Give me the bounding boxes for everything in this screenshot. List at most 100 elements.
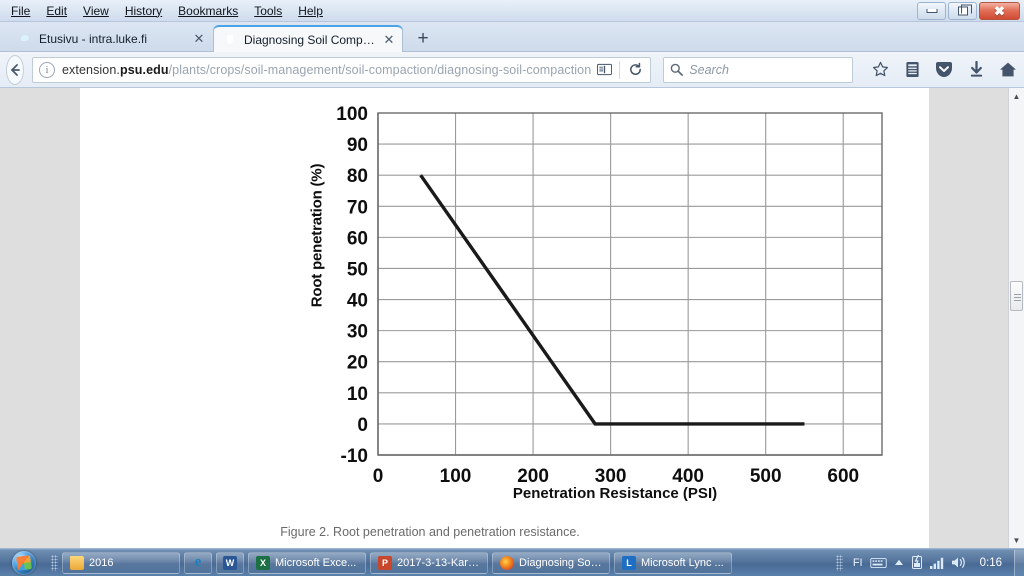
tab-diagnosing-close-icon[interactable]: ✕ [383, 33, 395, 46]
taskbar-item-2016[interactable]: 2016 [62, 551, 180, 574]
tray-language-indicator[interactable]: FI [853, 557, 863, 569]
restore-button[interactable] [948, 2, 977, 20]
reload-icon[interactable] [622, 58, 648, 82]
title-bar: File Edit View History Bookmarks Tools H… [0, 0, 1024, 22]
menu-file[interactable]: File [4, 3, 37, 20]
address-bar-url: extension.psu.edu/plants/crops/soil-mana… [62, 62, 592, 77]
psu-favicon-icon [223, 33, 237, 47]
minimize-button[interactable] [917, 2, 946, 20]
menu-view[interactable]: View [76, 3, 116, 20]
svg-text:400: 400 [672, 466, 704, 487]
taskbar-item-internet-explorer[interactable]: e [184, 551, 212, 574]
svg-text:500: 500 [750, 466, 782, 487]
quick-launch: 2016 e W [60, 551, 246, 574]
svg-text:40: 40 [347, 291, 368, 312]
tab-etusivu[interactable]: Etusivu - intra.luke.fi ✕ [8, 26, 213, 52]
scroll-down-arrow-icon[interactable]: ▼ [1009, 532, 1024, 548]
lync-icon: L [622, 555, 636, 570]
menu-history[interactable]: History [118, 3, 169, 20]
excel-icon: X [256, 555, 270, 570]
menu-bookmarks[interactable]: Bookmarks [171, 3, 245, 20]
svg-text:100: 100 [440, 466, 472, 487]
taskbar-window-excel-label: Microsoft Exce... [275, 556, 357, 569]
menu-edit[interactable]: Edit [39, 3, 74, 20]
taskbar-window-lync[interactable]: L Microsoft Lync ... [614, 551, 732, 574]
menu-tools[interactable]: Tools [247, 3, 289, 20]
chart-x-axis-label: Penetration Resistance (PSI) [512, 485, 718, 502]
address-bar[interactable]: i extension.psu.edu/plants/crops/soil-ma… [32, 56, 652, 83]
svg-text:300: 300 [595, 466, 627, 487]
svg-text:10: 10 [347, 384, 368, 405]
scroll-up-arrow-icon[interactable]: ▲ [1009, 88, 1024, 104]
menu-help[interactable]: Help [291, 3, 330, 20]
menu-tools-label: Tools [254, 3, 283, 18]
system-tray: FI 0:16 [834, 553, 1014, 573]
powerpoint-icon: P [378, 555, 392, 570]
home-icon[interactable] [993, 56, 1023, 84]
restore-icon [957, 4, 972, 16]
svg-text:0: 0 [373, 466, 384, 487]
luke-favicon-icon [18, 32, 32, 46]
close-icon: ✖ [994, 3, 1005, 19]
back-button[interactable] [6, 54, 24, 85]
figure-2: Root penetration (%) Penetration Resista… [80, 88, 929, 548]
close-button[interactable]: ✖ [979, 2, 1020, 20]
library-icon[interactable] [897, 56, 927, 84]
reader-mode-icon[interactable] [591, 58, 617, 82]
tray-grip[interactable] [834, 553, 846, 573]
vertical-scrollbar[interactable]: ▲ ▼ [1008, 88, 1024, 548]
svg-text:20: 20 [347, 353, 368, 374]
network-signal-icon[interactable] [929, 557, 944, 569]
menu-file-label: File [11, 3, 31, 18]
taskbar-window-excel[interactable]: X Microsoft Exce... [248, 551, 366, 574]
toolbar-icons [865, 56, 1024, 84]
svg-text:70: 70 [347, 197, 368, 218]
taskbar-item-word[interactable]: W [216, 551, 244, 574]
keyboard-icon[interactable] [869, 557, 887, 568]
taskbar-window-firefox[interactable]: Diagnosing Soil... [492, 551, 610, 574]
taskbar-window-powerpoint[interactable]: P 2017-3-13-Karh... [370, 551, 488, 574]
toolbar-divider [619, 60, 621, 79]
tab-diagnosing-soil-compaction[interactable]: Diagnosing Soil Compacti... ✕ [213, 25, 403, 53]
menu-help-label: Help [298, 3, 323, 18]
tab-etusivu-label: Etusivu - intra.luke.fi [39, 32, 148, 46]
downloads-icon[interactable] [961, 56, 991, 84]
battery-icon[interactable] [911, 555, 923, 570]
chart-canvas: -1001020304050607080901000 100 200 300 400 50… [336, 104, 883, 487]
search-input[interactable]: Search [689, 63, 729, 77]
firefox-icon [500, 555, 514, 570]
svg-text:60: 60 [347, 228, 368, 249]
bookmark-star-icon[interactable] [865, 56, 895, 84]
browser-window: File Edit View History Bookmarks Tools H… [0, 0, 1024, 576]
taskbar-window-lync-label: Microsoft Lync ... [641, 556, 724, 569]
svg-text:600: 600 [827, 466, 859, 487]
svg-text:30: 30 [347, 322, 368, 343]
minimize-icon [926, 9, 937, 13]
scrollbar-thumb[interactable] [1010, 281, 1023, 311]
window-controls: ✖ [917, 2, 1020, 20]
menu-bar: File Edit View History Bookmarks Tools H… [4, 2, 330, 20]
site-info-icon[interactable]: i [39, 61, 55, 78]
start-button[interactable] [0, 549, 48, 576]
taskbar: 2016 e W X Microsoft Exce... P 2017-3-13… [0, 548, 1024, 576]
show-desktop-button[interactable] [1014, 549, 1024, 576]
internet-explorer-icon: e [194, 554, 202, 570]
navigation-toolbar: i extension.psu.edu/plants/crops/soil-ma… [0, 52, 1024, 88]
tab-etusivu-close-icon[interactable]: ✕ [193, 32, 205, 45]
taskbar-clock[interactable]: 0:16 [974, 557, 1008, 569]
menu-edit-label: Edit [46, 3, 68, 18]
show-hidden-icons-arrow[interactable] [894, 559, 904, 566]
search-bar[interactable]: Search [663, 56, 854, 83]
svg-text:100: 100 [336, 105, 368, 125]
windows-orb-icon [12, 550, 36, 575]
volume-icon[interactable] [951, 556, 967, 569]
word-icon: W [223, 555, 237, 570]
svg-text:-10: -10 [341, 446, 368, 467]
svg-text:80: 80 [347, 166, 368, 187]
taskbar-grip[interactable] [48, 553, 60, 573]
svg-text:90: 90 [347, 135, 368, 156]
pocket-icon[interactable] [929, 56, 959, 84]
new-tab-button[interactable]: + [412, 29, 434, 50]
menu-bookmarks-label: Bookmarks [178, 3, 239, 18]
taskbar-window-powerpoint-label: 2017-3-13-Karh... [397, 556, 480, 569]
